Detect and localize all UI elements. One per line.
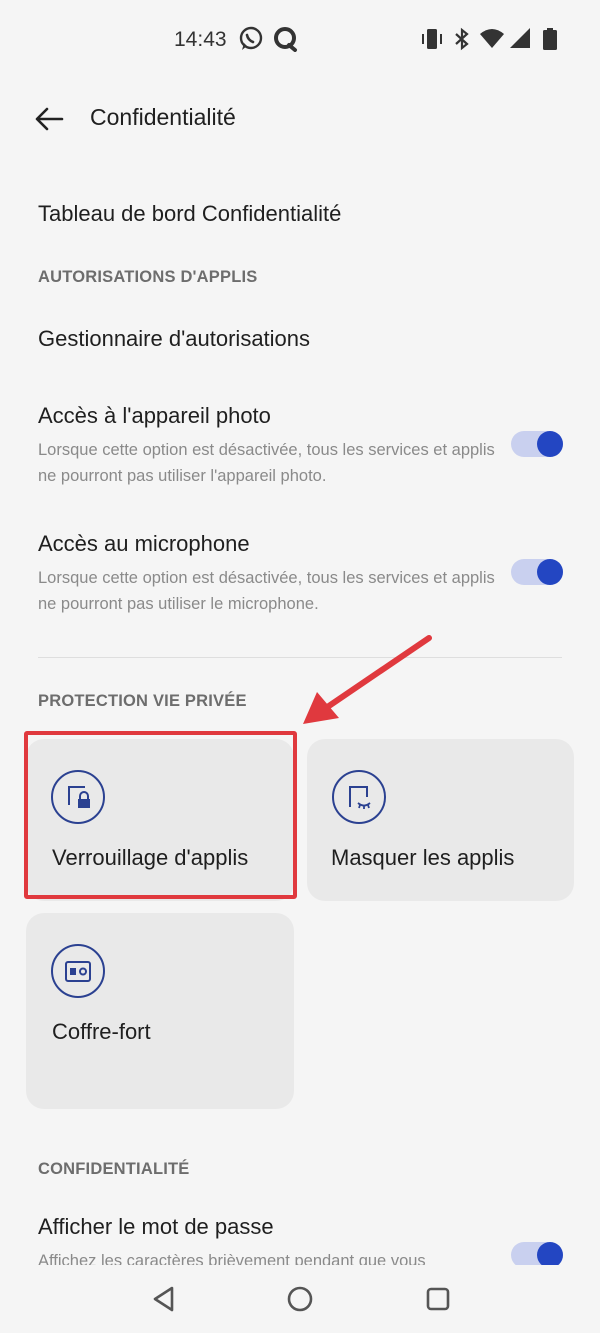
hide-apps-card[interactable]: Masquer les applis <box>307 739 574 901</box>
highlight-box <box>24 731 297 899</box>
section-header-protection: PROTECTION VIE PRIVÉE <box>38 692 247 710</box>
chat-bubble-icon <box>272 26 298 52</box>
recents-square-icon <box>426 1287 450 1311</box>
safe-label: Coffre-fort <box>52 1019 151 1044</box>
hide-apps-label: Masquer les applis <box>331 845 515 870</box>
camera-access-description: Lorsque cette option est désactivée, tou… <box>38 441 495 485</box>
camera-access-title[interactable]: Accès à l'appareil photo <box>38 403 271 429</box>
safe-icon <box>51 944 105 998</box>
hide-apps-icon <box>332 770 386 824</box>
arrow-left-icon <box>35 107 64 131</box>
status-bar: 14:43 <box>0 0 600 82</box>
section-header-privacy: CONFIDENTIALITÉ <box>38 1160 190 1178</box>
nav-recents-button[interactable] <box>422 1283 454 1315</box>
page-title: Confidentialité <box>90 104 236 130</box>
home-circle-icon <box>287 1286 313 1312</box>
annotation-arrow-icon <box>303 635 432 724</box>
safe-card[interactable]: Coffre-fort <box>26 913 294 1109</box>
vibrate-icon <box>420 26 444 52</box>
whatsapp-icon <box>238 26 264 52</box>
bluetooth-icon <box>452 26 472 52</box>
back-button[interactable] <box>30 100 70 140</box>
microphone-access-toggle[interactable] <box>511 559 563 585</box>
permission-manager-item[interactable]: Gestionnaire d'autorisations <box>38 326 310 352</box>
battery-icon <box>540 26 560 52</box>
navigation-bar <box>0 1265 600 1333</box>
camera-access-toggle[interactable] <box>511 431 563 457</box>
privacy-dashboard-item[interactable]: Tableau de bord Confidentialité <box>38 201 341 227</box>
show-password-title[interactable]: Afficher le mot de passe <box>38 1214 274 1240</box>
back-triangle-icon <box>153 1286 174 1312</box>
microphone-access-description: Lorsque cette option est désactivée, tou… <box>38 569 495 613</box>
status-time: 14:43 <box>174 28 227 51</box>
signal-icon <box>508 26 532 52</box>
wifi-icon <box>478 26 506 52</box>
microphone-access-title[interactable]: Accès au microphone <box>38 531 250 557</box>
nav-back-button[interactable] <box>148 1283 180 1315</box>
section-header-permissions: AUTORISATIONS D'APPLIS <box>38 268 258 286</box>
nav-home-button[interactable] <box>284 1283 316 1315</box>
